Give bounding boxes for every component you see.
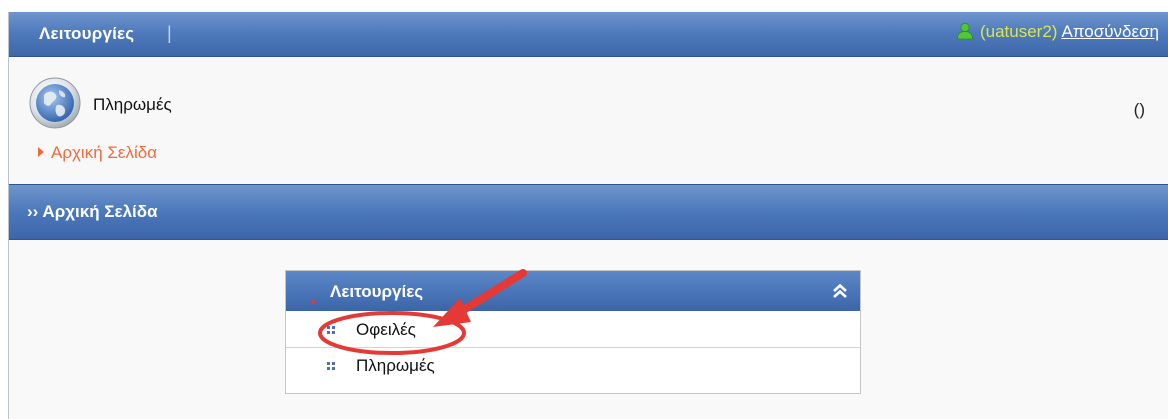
collapse-chevron-icon[interactable] [832, 283, 848, 299]
breadcrumb-home-link[interactable]: Αρχική Σελίδα [38, 143, 157, 163]
section-title: ›› Αρχική Σελίδα [27, 202, 158, 221]
menu-item-payments[interactable]: Πληρωμές [286, 348, 860, 383]
header-right-text: () [1133, 100, 1145, 119]
username-label: (uatuser2) [979, 22, 1058, 41]
grid-bullet-icon [327, 326, 335, 334]
top-bar: Λειτουργίες | (uatuser2) Αποσύνδεση [9, 12, 1168, 57]
menu-item-label: Πληρωμές [356, 356, 435, 375]
functions-panel: Λειτουργίες Οφειλές Πληρωμές [285, 270, 861, 394]
annotation-dot [311, 300, 315, 304]
user-icon [957, 22, 973, 40]
panel-header: Λειτουργίες [286, 271, 860, 311]
globe-icon [29, 77, 81, 129]
panel-title: Λειτουργίες [330, 282, 424, 301]
caret-right-icon [38, 147, 44, 157]
user-area: (uatuser2) Αποσύνδεση [956, 22, 1159, 42]
menu-item-debts[interactable]: Οφειλές [286, 312, 860, 348]
logout-link[interactable]: Αποσύνδεση [1061, 22, 1159, 41]
functions-menu[interactable]: Λειτουργίες [39, 24, 134, 44]
home-link-label: Αρχική Σελίδα [51, 143, 158, 162]
grid-bullet-icon [327, 362, 335, 370]
main-content: Λειτουργίες Οφειλές Πληρωμές [9, 240, 1168, 419]
section-bar: ›› Αρχική Σελίδα [9, 184, 1168, 240]
page-header: Πληρωμές () Αρχική Σελίδα [9, 57, 1168, 183]
menu-item-label: Οφειλές [356, 320, 416, 339]
app-frame: Λειτουργίες | (uatuser2) Αποσύνδεση Πληρ… [8, 12, 1168, 419]
app-title: Πληρωμές [93, 95, 172, 114]
menu-separator: | [167, 23, 172, 43]
